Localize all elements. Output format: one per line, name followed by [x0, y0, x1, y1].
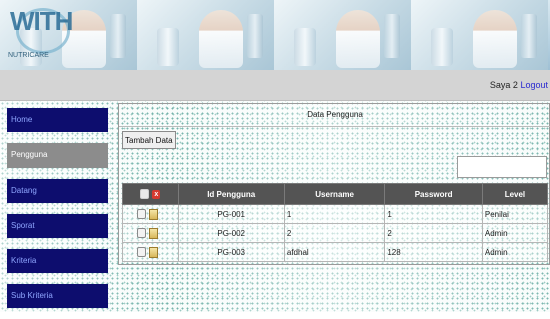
sidebar-item-home[interactable]: Home [7, 108, 108, 132]
logo-subtext: NUTRICARE [8, 52, 49, 59]
cell-level: Penilai [481, 204, 549, 224]
users-table: x Id Pengguna Username Password Level PG… [122, 183, 549, 262]
column-header-id[interactable]: Id Pengguna [177, 183, 285, 205]
cell-username: 1 [283, 204, 386, 224]
column-header-password[interactable]: Password [384, 183, 483, 205]
edit-icon[interactable] [149, 208, 158, 220]
cell-id: PG-003 [177, 242, 285, 262]
title-divider [119, 126, 550, 127]
user-bar: Saya 2 Logout [0, 70, 550, 101]
sidebar-nav: Home Pengguna Datang Sporat Kriteria Sub… [7, 108, 108, 319]
select-all-checkbox[interactable] [140, 189, 150, 199]
cell-username: 2 [283, 223, 386, 243]
cell-level: Admin [481, 242, 549, 262]
row-actions [122, 242, 179, 262]
table-row: PG-003 afdhal 128 Admin [122, 242, 549, 262]
logo-word: WITH [10, 6, 73, 36]
column-header-level[interactable]: Level [481, 183, 549, 205]
banner-photo-4 [411, 0, 548, 70]
column-header-username[interactable]: Username [283, 183, 386, 205]
row-checkbox[interactable] [137, 228, 146, 238]
welcome-text: Saya 2 [489, 80, 518, 90]
cell-password: 2 [384, 223, 483, 243]
sidebar-item-datang[interactable]: Datang [7, 179, 108, 203]
banner-photo-3 [274, 0, 411, 70]
table-row: PG-001 1 1 Penilai [122, 204, 549, 224]
row-actions [122, 223, 179, 243]
sidebar-item-sub-kriteria[interactable]: Sub Kriteria [7, 284, 108, 308]
cell-password: 128 [384, 242, 483, 262]
row-actions [122, 204, 179, 224]
logout-link[interactable]: Logout [520, 80, 548, 90]
cell-level: Admin [481, 223, 549, 243]
welcome-area: Saya 2 Logout [490, 80, 548, 90]
search-input[interactable] [457, 156, 547, 178]
table-header-row: x Id Pengguna Username Password Level [122, 183, 549, 205]
sidebar-item-kriteria[interactable]: Kriteria [7, 249, 108, 273]
site-logo: WITH NUTRICARE [2, 2, 76, 64]
header-banner: WITH NUTRICARE [0, 0, 550, 70]
edit-icon[interactable] [149, 227, 158, 239]
row-checkbox[interactable] [137, 209, 146, 219]
banner-photo-2 [137, 0, 274, 70]
row-checkbox[interactable] [137, 247, 146, 257]
cell-id: PG-001 [177, 204, 285, 224]
cell-id: PG-002 [177, 223, 285, 243]
column-header-actions: x [122, 183, 179, 205]
edit-icon[interactable] [149, 246, 158, 258]
add-data-button[interactable]: Tambah Data [122, 131, 176, 149]
sidebar-item-pengguna[interactable]: Pengguna [7, 143, 108, 168]
cell-username: afdhal [283, 242, 386, 262]
delete-all-icon[interactable]: x [152, 189, 161, 199]
table-row: PG-002 2 2 Admin [122, 223, 549, 243]
sidebar-item-sporat[interactable]: Sporat [7, 214, 108, 238]
page-title: Data Pengguna [307, 110, 363, 119]
cell-password: 1 [384, 204, 483, 224]
